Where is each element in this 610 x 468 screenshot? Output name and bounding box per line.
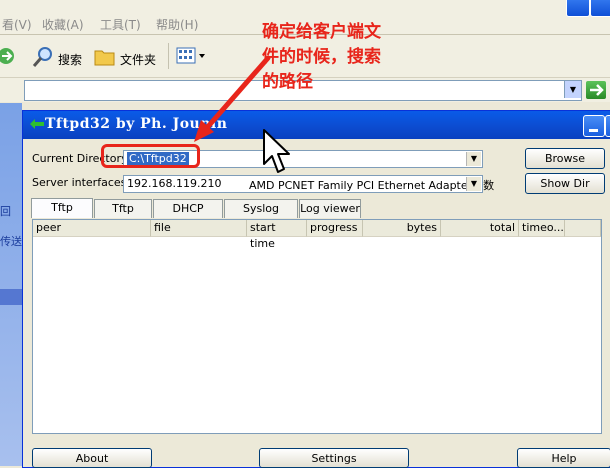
annotation-text: 确定给客户端文 件的时候，搜索 的路径 xyxy=(262,20,412,95)
annotation-line-1: 确定给客户端文 xyxy=(262,22,381,42)
annotation-line-3: 的路径 xyxy=(262,72,313,92)
mouse-cursor-icon xyxy=(263,129,290,173)
annotation-line-2: 件的时候，搜索 xyxy=(262,47,381,67)
